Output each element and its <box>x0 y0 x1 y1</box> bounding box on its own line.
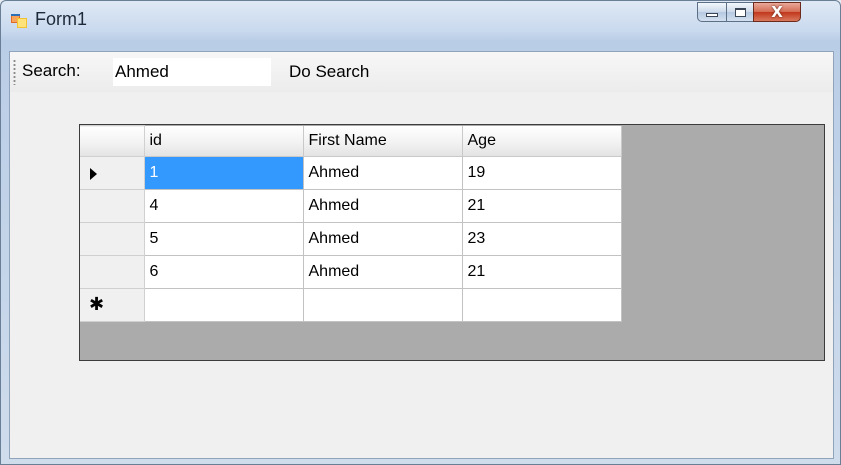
form-icon <box>11 14 27 28</box>
search-input[interactable] <box>113 58 271 86</box>
row-header[interactable] <box>80 189 145 223</box>
minimize-icon <box>706 13 718 17</box>
search-label: Search: <box>22 61 81 80</box>
table-row[interactable]: 5 Ahmed 23 <box>80 222 622 256</box>
grid-table: id First Name Age 1 Ahmed 19 4 Ahmed 21 … <box>80 125 622 322</box>
new-row-header[interactable]: ✱ <box>80 288 145 322</box>
table-row[interactable]: 6 Ahmed 21 <box>80 255 622 289</box>
cell-id[interactable]: 4 <box>143 189 304 223</box>
cell-age[interactable]: 21 <box>461 189 622 223</box>
column-header-first-name[interactable]: First Name <box>302 125 463 157</box>
app-window: Form1 X Search: Do Search id First N <box>0 0 841 465</box>
row-header[interactable] <box>80 255 145 289</box>
current-row-arrow-icon <box>90 168 97 180</box>
new-cell-id[interactable] <box>143 288 304 322</box>
do-search-button[interactable]: Do Search <box>281 58 377 86</box>
cell-id[interactable]: 5 <box>143 222 304 256</box>
cell-first-name[interactable]: Ahmed <box>302 222 463 256</box>
table-row[interactable]: 4 Ahmed 21 <box>80 189 622 223</box>
cell-first-name[interactable]: Ahmed <box>302 255 463 289</box>
title-bar[interactable]: Form1 X <box>1 1 840 41</box>
cell-first-name[interactable]: Ahmed <box>302 156 463 190</box>
row-header[interactable] <box>80 222 145 256</box>
new-cell-first-name[interactable] <box>302 288 463 322</box>
toolstrip-grip-icon[interactable] <box>13 59 16 85</box>
maximize-icon <box>734 7 746 17</box>
column-header-id[interactable]: id <box>143 125 304 157</box>
header-row: id First Name Age <box>80 125 622 157</box>
new-row[interactable]: ✱ <box>80 288 622 322</box>
new-row-asterisk-icon: ✱ <box>89 294 105 315</box>
minimize-button[interactable] <box>697 2 727 22</box>
cell-first-name[interactable]: Ahmed <box>302 189 463 223</box>
cell-id[interactable]: 1 <box>143 156 304 190</box>
cell-age[interactable]: 23 <box>461 222 622 256</box>
close-icon: X <box>771 2 783 21</box>
cell-age[interactable]: 21 <box>461 255 622 289</box>
form-client-area: Search: Do Search id First Name Age <box>9 51 834 459</box>
close-button[interactable]: X <box>753 2 801 22</box>
table-row[interactable]: 1 Ahmed 19 <box>80 156 622 190</box>
cell-age[interactable]: 19 <box>461 156 622 190</box>
maximize-button[interactable] <box>726 2 754 22</box>
column-header-age[interactable]: Age <box>461 125 622 157</box>
cell-id[interactable]: 6 <box>143 255 304 289</box>
top-left-header-cell[interactable] <box>80 125 145 157</box>
row-header[interactable] <box>80 156 145 190</box>
window-title: Form1 <box>35 9 88 29</box>
new-cell-age[interactable] <box>461 288 622 322</box>
search-toolstrip: Search: Do Search <box>10 52 833 92</box>
data-grid[interactable]: id First Name Age 1 Ahmed 19 4 Ahmed 21 … <box>79 124 825 361</box>
